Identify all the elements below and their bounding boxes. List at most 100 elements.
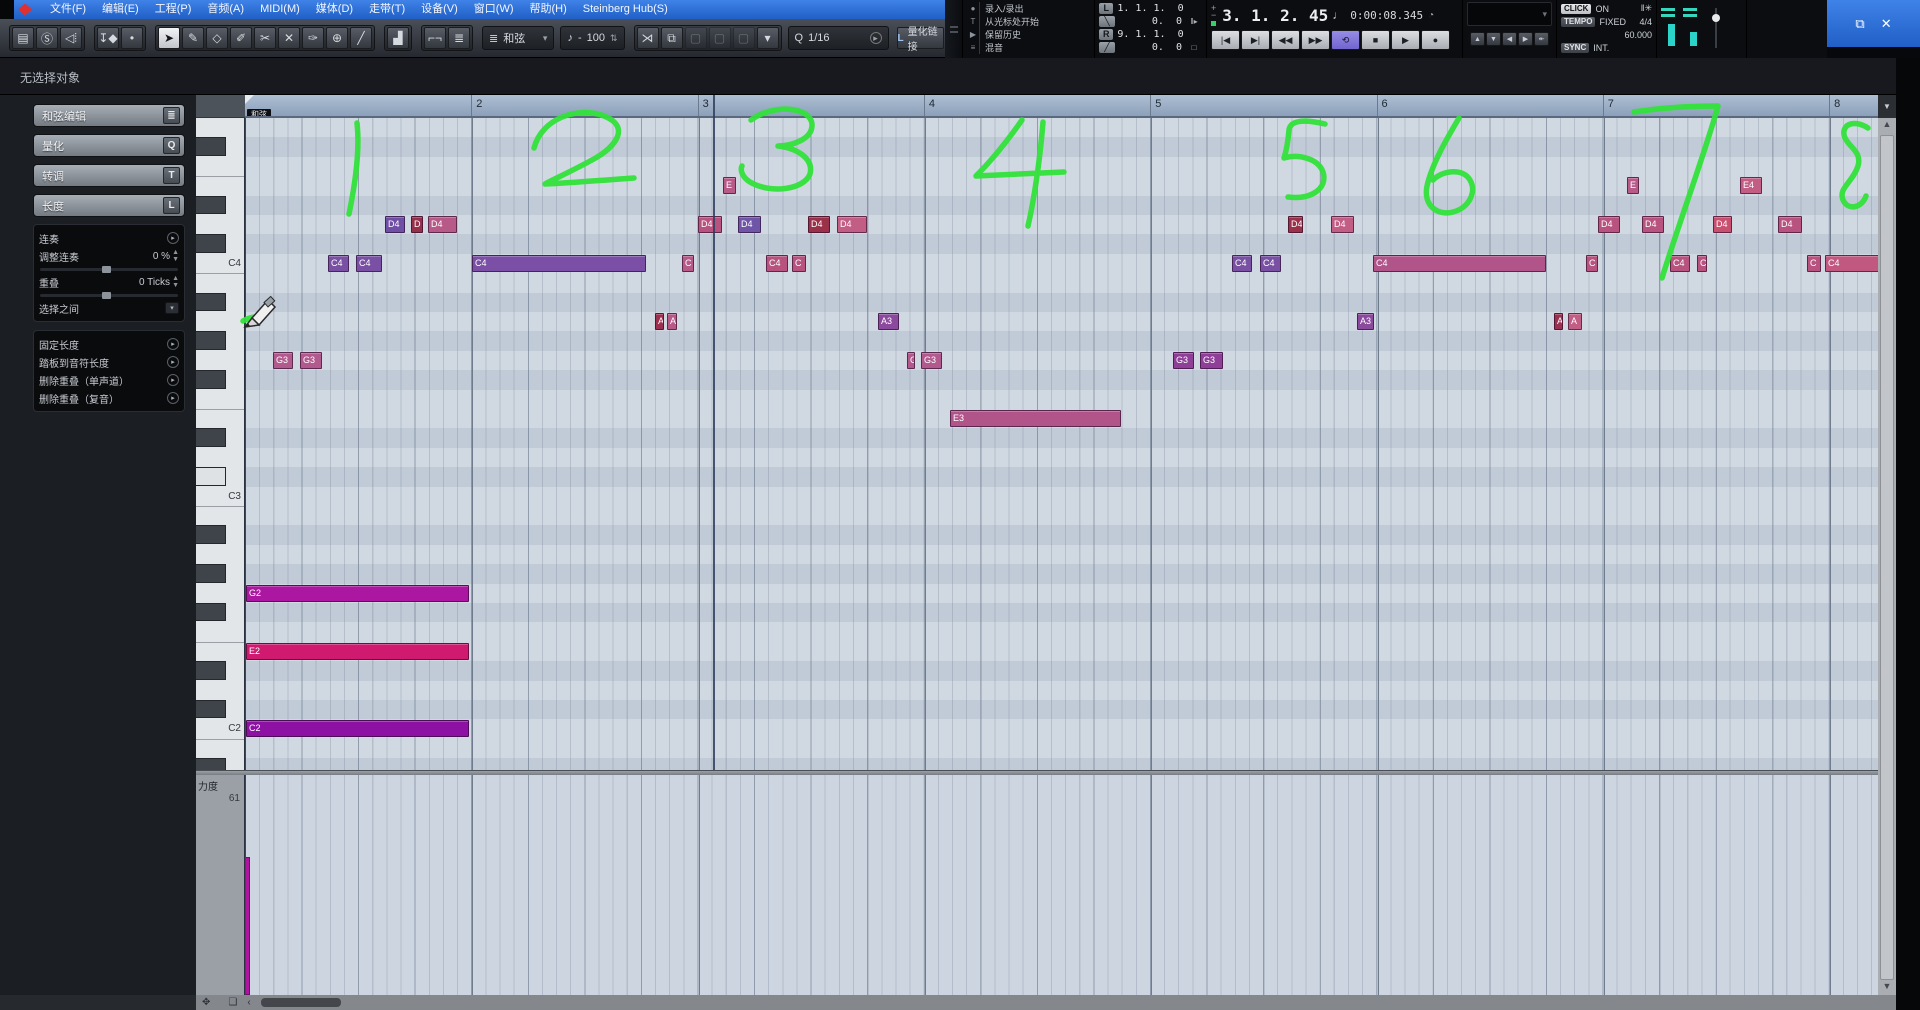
line-tool[interactable]: ╱ (350, 27, 372, 49)
chevron-down-icon[interactable]: ▾ (165, 302, 179, 314)
black-key[interactable] (196, 525, 226, 544)
midi-note[interactable]: A (667, 313, 677, 330)
parameter-slider[interactable] (39, 265, 179, 273)
glue-tool[interactable]: ✑ (302, 27, 324, 49)
nudge-bar-icon[interactable]: ↞ (1534, 32, 1549, 46)
midi-note[interactable]: D4 (837, 216, 867, 233)
midi-note[interactable]: C4 (1232, 254, 1252, 272)
black-key[interactable] (196, 137, 226, 156)
black-key[interactable] (196, 700, 226, 719)
rewind-button[interactable]: ◀◀ (1271, 30, 1300, 50)
midi-note[interactable]: C (1586, 254, 1598, 272)
midi-note[interactable]: A (1554, 313, 1563, 330)
midi-note[interactable]: D4 (385, 216, 405, 233)
black-key[interactable] (196, 603, 226, 622)
menu-item-8[interactable]: 窗口(W) (466, 0, 522, 19)
indicate-transpositions-icon[interactable]: ▟ (387, 27, 409, 49)
length-row-3[interactable]: 重叠 0 Ticks ▲ ▼ (39, 273, 179, 291)
midi-note[interactable]: A (1568, 313, 1582, 330)
split-tool[interactable]: ✂ (254, 27, 276, 49)
midi-note[interactable]: D4 (428, 216, 457, 233)
arranger-dropdown[interactable]: ▾ (1467, 2, 1552, 26)
goto-end-button[interactable]: ▶| (1241, 30, 1270, 50)
menu-item-1[interactable]: 编辑(E) (94, 0, 147, 19)
midi-note[interactable]: G (907, 351, 915, 369)
parameter-slider[interactable] (39, 291, 179, 299)
acoustic-feedback-icon[interactable]: ◁⦙ (60, 27, 82, 49)
scroll-left-icon[interactable]: ‹ (247, 997, 250, 1008)
stop-button[interactable]: ■ (1361, 30, 1390, 50)
midi-note[interactable]: C4 (328, 254, 349, 272)
function-row-1[interactable]: 踏板到音符长度 ▸ (39, 353, 179, 371)
cycle-button[interactable]: ⟲ (1331, 30, 1360, 50)
tempo-label[interactable]: TEMPO (1561, 16, 1596, 27)
nudge-up-icon[interactable]: ▲ (1470, 32, 1485, 46)
value-spinner[interactable]: ▲ ▼ (172, 275, 179, 289)
quantize-link-button[interactable]: L 量化链接 (896, 27, 944, 53)
black-key[interactable] (196, 661, 226, 680)
midi-note[interactable]: E (723, 177, 736, 195)
apply-quantize-icon[interactable]: ▸ (869, 32, 882, 44)
locator-row-3[interactable]: ╱ 0. 0 □ (1099, 41, 1202, 54)
solo-icon[interactable]: Ⓢ (36, 27, 58, 49)
record-option-3[interactable]: ≡ 混音 (967, 41, 1090, 54)
midi-note[interactable]: C (1807, 254, 1821, 272)
play-button[interactable]: ▶ (1391, 30, 1420, 50)
inspector-section-2[interactable]: 转调 T (33, 164, 185, 187)
midi-note[interactable]: G3 (300, 351, 322, 369)
erase-tool[interactable]: ◇ (206, 27, 228, 49)
inspector-section-1[interactable]: 量化 Q (33, 134, 185, 157)
length-row-0[interactable]: 连奏 ▸ (39, 229, 179, 247)
controller-lane-header[interactable]: 力度 61 (196, 775, 245, 995)
midi-note[interactable]: C4 (472, 254, 646, 272)
menu-item-4[interactable]: MIDI(M) (252, 0, 308, 19)
length-row-5[interactable]: 选择之间 ▾ (39, 299, 179, 317)
midi-note[interactable]: C (1697, 254, 1707, 272)
midi-note[interactable]: C4 (1670, 254, 1690, 272)
midi-note[interactable]: D4 (1778, 216, 1802, 233)
trim-tool[interactable]: ✐ (230, 27, 252, 49)
velocity-lane[interactable] (245, 775, 1878, 995)
horizontal-scroll-thumb[interactable] (260, 998, 341, 1007)
folder-icon[interactable]: ❏ (228, 997, 237, 1008)
move-handle-icon[interactable]: ✥ (202, 997, 210, 1008)
midi-note[interactable]: D4 (1331, 216, 1354, 233)
black-key[interactable] (196, 428, 226, 447)
insert-velocity-widget[interactable]: ♪ - 100 ⇅ (560, 26, 625, 50)
midi-note[interactable]: G3 (1200, 351, 1223, 369)
midi-note[interactable]: C4 (356, 254, 382, 272)
midi-note[interactable]: E (1627, 177, 1639, 195)
midi-note[interactable]: D4 (1288, 216, 1303, 233)
midi-note[interactable]: A (655, 313, 664, 330)
midi-note[interactable]: E3 (950, 410, 1121, 427)
vertical-scroll-thumb[interactable] (1880, 135, 1894, 980)
piano-keyboard[interactable]: C4 C3 C2 (196, 118, 245, 770)
black-key[interactable] (196, 758, 226, 770)
menu-item-10[interactable]: Steinberg Hub(S) (575, 0, 676, 19)
apply-icon[interactable]: ▸ (167, 356, 179, 368)
velocity-bar[interactable] (246, 857, 250, 995)
record-noteon-icon[interactable]: ▢ (708, 27, 731, 49)
midi-note[interactable]: G3 (273, 351, 293, 369)
midi-note[interactable]: D4 (1598, 216, 1620, 233)
click-label[interactable]: CLICK (1561, 3, 1592, 14)
horizontal-scrollbar[interactable]: ✥ ❏ ‹ (196, 995, 1896, 1010)
apply-icon[interactable]: ▸ (167, 232, 179, 244)
primary-time-module[interactable]: + − 3. 1. 2. 45 ♩ 0:00:08.345 ◔ |◀ ▶| ◀◀ ▶▶ ⟲… (1207, 0, 1463, 58)
midi-note[interactable]: A3 (1357, 313, 1374, 330)
menu-item-5[interactable]: 媒体(D) (308, 0, 361, 19)
midi-note[interactable]: G3 (1173, 351, 1194, 369)
maximize-button[interactable]: ⧉ (1855, 16, 1864, 32)
object-selection-tool[interactable]: ➤ (158, 27, 180, 49)
midi-note[interactable]: D4 (698, 216, 722, 233)
midi-note[interactable]: C4 (1825, 254, 1878, 272)
black-key[interactable] (196, 331, 226, 350)
record-pitch-icon[interactable]: ▢ (684, 27, 707, 49)
midi-note[interactable]: E4 (1740, 177, 1762, 195)
step-arrow-icon[interactable]: ▾ (756, 27, 779, 49)
function-row-3[interactable]: 删除重叠（复音） ▸ (39, 389, 179, 407)
apply-icon[interactable]: ▸ (167, 338, 179, 350)
midi-note[interactable]: C2 (246, 720, 469, 738)
record-button[interactable]: ● (1421, 30, 1450, 50)
scroll-up-icon[interactable]: ▲ (1878, 119, 1896, 133)
